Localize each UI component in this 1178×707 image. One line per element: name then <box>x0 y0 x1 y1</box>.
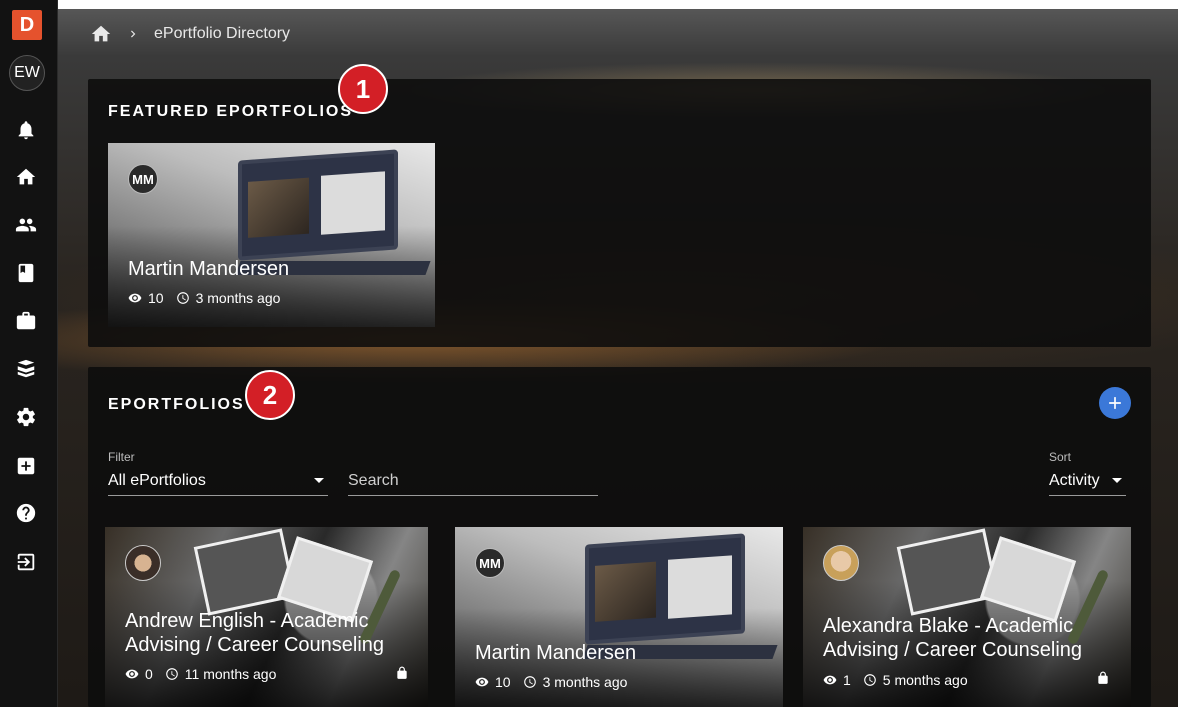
search-input[interactable] <box>348 466 598 496</box>
view-count: 1 <box>843 672 851 688</box>
filter-select[interactable]: All ePortfolios <box>108 466 328 496</box>
logout-icon[interactable] <box>13 549 39 575</box>
updated-time: 5 months ago <box>882 672 968 688</box>
card-title: Martin Mandersen <box>475 642 637 664</box>
eye-icon <box>823 675 837 685</box>
home-icon[interactable] <box>13 164 39 190</box>
view-count: 0 <box>145 666 153 682</box>
clock-icon <box>165 668 178 680</box>
clock-icon <box>863 674 876 686</box>
chevron-down-icon <box>314 478 324 483</box>
user-avatar[interactable]: EW <box>9 55 45 91</box>
updated-time: 3 months ago <box>195 290 281 306</box>
clock-icon <box>523 676 536 688</box>
card-title: Alexandra Blake - Academic Advising / Ca… <box>823 614 1082 662</box>
card-meta: 10 3 months ago <box>128 290 280 306</box>
card-title-line1: Andrew English - Academic <box>125 610 369 632</box>
laptop-screen <box>238 149 398 261</box>
author-initials: MM <box>475 548 505 578</box>
add-box-icon[interactable] <box>13 453 39 479</box>
card-title: Andrew English - Academic Advising / Car… <box>125 609 384 657</box>
stack-icon[interactable] <box>13 356 39 382</box>
eportfolio-card[interactable]: Alexandra Blake - Academic Advising / Ca… <box>803 527 1131 707</box>
eportfolios-title: EPORTFOLIOS <box>108 396 245 413</box>
card-title-line2: Advising / Career Counseling <box>125 634 385 656</box>
add-eportfolio-button[interactable] <box>1099 387 1131 419</box>
step-badge-2: 2 <box>245 370 295 420</box>
clock-icon <box>176 292 189 304</box>
author-initials: MM <box>128 164 158 194</box>
updated-time: 11 months ago <box>184 666 277 682</box>
chevron-down-icon <box>1112 478 1122 483</box>
book-icon[interactable] <box>13 260 39 286</box>
featured-panel: FEATURED EPORTFOLIOS 1 MM Martin Manders… <box>88 64 1151 347</box>
app-logo[interactable]: D <box>12 10 42 40</box>
gear-icon[interactable] <box>13 404 39 430</box>
eye-icon <box>125 669 139 679</box>
view-count: 10 <box>495 674 511 690</box>
help-icon[interactable] <box>13 500 39 526</box>
card-title-line2: Advising / Career Counseling <box>823 639 1083 661</box>
top-strip <box>58 0 1178 9</box>
laptop-screen <box>585 533 745 645</box>
lock-icon <box>395 665 409 681</box>
sort-value: Activity <box>1049 471 1100 489</box>
step-badge-1: 1 <box>338 64 388 114</box>
filter-value: All ePortfolios <box>108 471 206 489</box>
eye-icon <box>128 293 142 303</box>
breadcrumb-current: ePortfolio Directory <box>154 25 291 42</box>
card-title-line1: Alexandra Blake - Academic <box>823 615 1074 637</box>
sort-select[interactable]: Activity <box>1049 466 1126 496</box>
eportfolio-card[interactable]: MM Martin Mandersen 10 3 months ago <box>455 527 783 707</box>
card-meta: 0 11 months ago <box>125 666 276 682</box>
card-title: Martin Mandersen <box>128 258 290 280</box>
author-photo <box>125 545 161 581</box>
lock-icon <box>1096 670 1110 686</box>
card-meta: 10 3 months ago <box>475 674 627 690</box>
featured-title: FEATURED EPORTFOLIOS <box>108 103 354 120</box>
eportfolios-panel: EPORTFOLIOS 2 Filter All ePortfolios Sor… <box>88 367 1151 707</box>
card-meta: 1 5 months ago <box>823 672 968 688</box>
sidebar: D EW <box>0 0 58 707</box>
author-photo <box>823 545 859 581</box>
featured-card[interactable]: MM Martin Mandersen 10 3 months ago <box>108 143 435 327</box>
briefcase-icon[interactable] <box>13 308 39 334</box>
filter-label: Filter <box>108 450 135 464</box>
bell-icon[interactable] <box>13 117 39 143</box>
updated-time: 3 months ago <box>542 674 628 690</box>
eportfolio-card[interactable]: Andrew English - Academic Advising / Car… <box>105 527 428 707</box>
chevron-right-icon <box>131 30 136 38</box>
eye-icon <box>475 677 489 687</box>
sort-label: Sort <box>1049 450 1072 464</box>
breadcrumb: ePortfolio Directory <box>90 22 290 46</box>
plus-icon <box>1109 397 1121 409</box>
people-icon[interactable] <box>13 212 39 238</box>
view-count: 10 <box>148 290 164 306</box>
home-icon[interactable] <box>90 23 112 45</box>
